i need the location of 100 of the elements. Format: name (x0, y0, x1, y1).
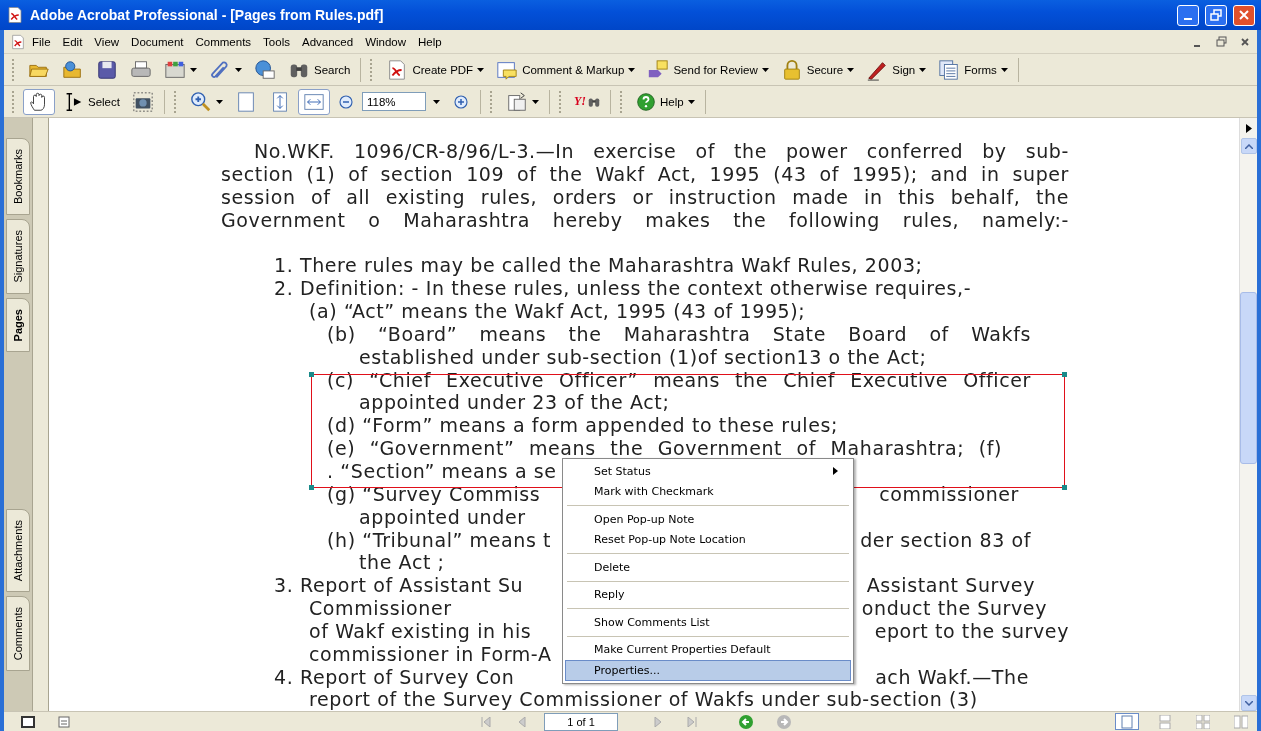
menu-item[interactable]: Document (125, 35, 190, 48)
restore-icon (1210, 9, 1222, 21)
document-text-line: No.WKF. 1096/CR-8/96/L-3.—In exercise of the power conferred by sub- (254, 140, 1069, 162)
document-text-line: Commissioner (309, 597, 452, 620)
globe-folder-icon (62, 58, 84, 81)
toolbar-button[interactable]: Secure (775, 56, 860, 83)
side-tab[interactable]: Signatures (6, 219, 30, 294)
minus-icon (336, 92, 355, 111)
search-button[interactable]: Search (283, 56, 356, 83)
scroll-thumb[interactable] (1240, 292, 1257, 464)
toolbar-button[interactable]: Forms (933, 56, 1013, 83)
menu-item[interactable]: Advanced (295, 35, 360, 48)
menu-item[interactable]: View (88, 35, 126, 48)
grid-pages-icon (1196, 714, 1210, 729)
menu-item[interactable]: Window (359, 35, 413, 48)
document-text-line: established under sub-section (1)of section13 o the Act; (359, 345, 927, 368)
triangle-left-icon (518, 716, 526, 727)
two-pages-icon (1234, 714, 1248, 729)
page-number-field[interactable]: 1 of 1 (544, 712, 618, 731)
caret-icon (687, 99, 695, 104)
document-text-line: commissioner in Form-A (309, 642, 552, 665)
globe-mail-icon (254, 58, 276, 81)
help-icon (635, 91, 656, 112)
document-text-line: onduct the Survey (861, 597, 1047, 620)
document-text-line: 3. Report of Assistant Su (274, 574, 524, 597)
hand-tool-button[interactable] (23, 88, 55, 115)
magnifier-icon (189, 90, 212, 113)
document-text-line: section (1) of section 109 of the Wakf Act, 1995 (43 of 1995); and in super (221, 162, 1069, 185)
side-tab[interactable]: Bookmarks (6, 138, 30, 216)
document-text-line: (b) “Board” means the Maharashtra State Board of Wakfs (327, 322, 1031, 345)
caret-icon (190, 67, 197, 72)
first-page-icon (481, 716, 491, 727)
restore-button[interactable] (1205, 4, 1227, 26)
chevron-down-icon (1244, 700, 1253, 706)
document-text-line: appointed under 23 of the Act; (359, 391, 670, 414)
context-menu-item[interactable]: Show Comments List (565, 612, 851, 633)
document-text-line: session of all existing rules, orders or instruction made in this behalf, the (221, 185, 1069, 208)
context-menu-item[interactable]: Make Current Properties Default (565, 639, 851, 660)
triangle-right-icon (654, 716, 662, 727)
context-menu-item[interactable]: Mark with Checkmark (565, 481, 851, 502)
document-text-line: 4. Report of Survey Con (274, 665, 515, 688)
left-arrow-circle-icon (738, 713, 754, 730)
scroll-up-button[interactable] (1240, 138, 1257, 154)
document-text-line: the Act ; (359, 551, 445, 574)
document-text-line: (h) “Tribunal” means t (327, 528, 552, 551)
menu-item[interactable]: Tools (257, 35, 296, 48)
camera-icon (131, 90, 154, 113)
scroll-down-button[interactable] (1240, 695, 1257, 711)
help-button[interactable]: Help (630, 88, 700, 115)
caret-icon (235, 67, 242, 72)
single-page-button[interactable] (1115, 713, 1139, 730)
toolbar-button[interactable]: Comment & Markup (491, 56, 641, 83)
close-icon (1240, 36, 1250, 47)
select-button[interactable]: Select (57, 88, 125, 115)
caret-icon (432, 99, 440, 104)
toolbar-button[interactable]: Create PDF (381, 56, 490, 83)
menu-item[interactable]: Help (412, 35, 448, 48)
document-text-line: (d) “Form” means a form appended to these rules; (327, 414, 838, 437)
restore-icon (1215, 36, 1227, 47)
document-text-line: ach Wakf.—The (875, 665, 1029, 688)
context-menu-item[interactable]: Set Status (565, 461, 851, 482)
minimize-icon (1194, 44, 1200, 47)
document-text-line: commissioner (879, 482, 1019, 505)
document-text-line: (e) “Government” means the Government of Maharashtra; (f) (327, 437, 1002, 460)
side-tab[interactable]: Pages (6, 297, 30, 353)
close-icon (1238, 9, 1250, 21)
context-menu-item[interactable]: Properties... (565, 660, 851, 681)
fit-width-button[interactable] (297, 88, 330, 115)
context-menu-item[interactable]: Delete (565, 557, 851, 578)
toolbar-button[interactable]: Sign (861, 56, 932, 83)
menu-item[interactable]: File (26, 35, 57, 48)
minimize-button[interactable] (1177, 4, 1199, 26)
document-text-line: Assistant Survey (866, 574, 1035, 597)
document-text-line: of Wakf existing in his (309, 619, 532, 642)
pages-icon (505, 90, 528, 113)
last-page-icon (687, 716, 697, 727)
context-menu-item[interactable]: Open Pop-up Note (565, 509, 851, 530)
document-text-line: (a) “Act” means the Wakf Act, 1995 (43 of 1995); (309, 300, 806, 323)
close-button[interactable] (1233, 4, 1255, 26)
page-lines-icon (58, 715, 70, 728)
document-text-line: der section 83 of (860, 528, 1031, 551)
single-page-icon (1121, 714, 1133, 729)
context-menu-item[interactable]: Reply (565, 584, 851, 605)
document-text-line: eport to the survey (874, 619, 1069, 642)
window-title: Adobe Acrobat Professional - [Pages from Rules.pdf] (30, 7, 385, 23)
window-icon (21, 715, 35, 728)
document-text-line: appointed under (359, 505, 526, 528)
document-text-line: 1. There rules may be called the Maharashtra Wakf Rules, 2003; (274, 254, 923, 277)
menu-item[interactable]: Comments (189, 35, 258, 48)
context-menu-item[interactable]: Reset Pop-up Note Location (565, 529, 851, 550)
stacked-pages-icon (1159, 714, 1171, 729)
menu-item[interactable]: Edit (56, 35, 89, 48)
document-text-line: (g) “Survey Commiss (327, 482, 541, 505)
toolbar-button[interactable]: Send for Review (642, 56, 774, 83)
side-tab[interactable]: Comments (6, 595, 30, 671)
paperclip-icon (209, 58, 231, 81)
zoom-field[interactable]: 118% (361, 92, 426, 111)
forms-icon (938, 58, 961, 81)
side-tab[interactable]: Attachments (6, 508, 30, 592)
search-logo[interactable]: Y! (569, 94, 605, 109)
